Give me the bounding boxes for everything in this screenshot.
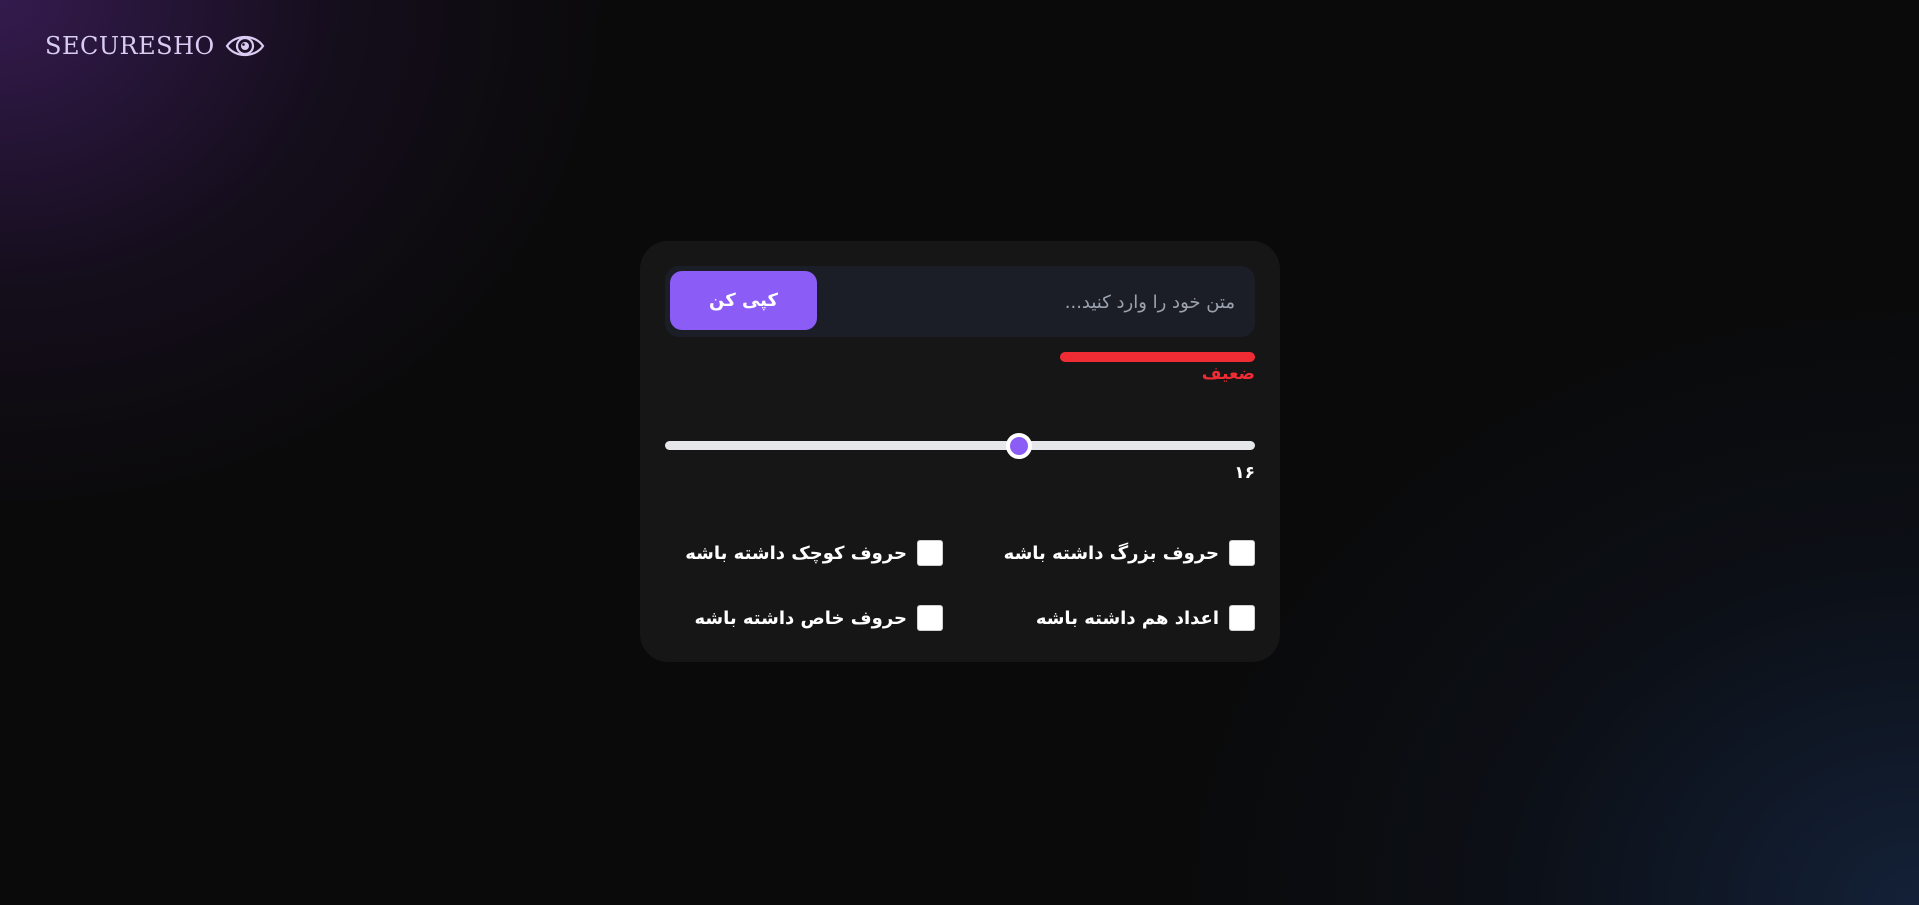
option-lowercase[interactable]: حروف کوچک داشته باشه <box>685 540 943 566</box>
numbers-checkbox[interactable] <box>1229 605 1255 631</box>
lowercase-label: حروف کوچک داشته باشه <box>685 542 907 564</box>
uppercase-label: حروف بزرگ داشته باشه <box>1003 542 1219 564</box>
eye-icon <box>225 35 265 57</box>
special-label: حروف خاص داشته باشه <box>694 607 907 629</box>
password-input-bar: کپی کن <box>665 266 1255 339</box>
length-slider-thumb[interactable] <box>1006 433 1032 459</box>
option-uppercase[interactable]: حروف بزرگ داشته باشه <box>1004 540 1255 566</box>
strength-meter <box>665 352 1255 362</box>
copy-button[interactable]: کپی کن <box>670 271 817 330</box>
length-value: ۱۶ <box>1234 463 1255 483</box>
option-numbers[interactable]: اعداد هم داشته باشه <box>1036 605 1255 631</box>
lowercase-checkbox[interactable] <box>917 540 943 566</box>
numbers-label: اعداد هم داشته باشه <box>1035 607 1219 629</box>
strength-meter-fill <box>1060 352 1255 362</box>
password-generator-card: کپی کن ضعیف ۱۶ حروف بزرگ داشته باشه حروف… <box>640 241 1280 662</box>
logo-text: SECURESHO <box>45 32 215 60</box>
uppercase-checkbox[interactable] <box>1229 540 1255 566</box>
password-input[interactable] <box>853 266 1237 339</box>
special-checkbox[interactable] <box>917 605 943 631</box>
strength-label: ضعیف <box>1201 364 1255 384</box>
option-special[interactable]: حروف خاص داشته باشه <box>694 605 943 631</box>
logo[interactable]: SECURESHO <box>45 30 265 62</box>
length-slider-track[interactable] <box>665 441 1255 450</box>
